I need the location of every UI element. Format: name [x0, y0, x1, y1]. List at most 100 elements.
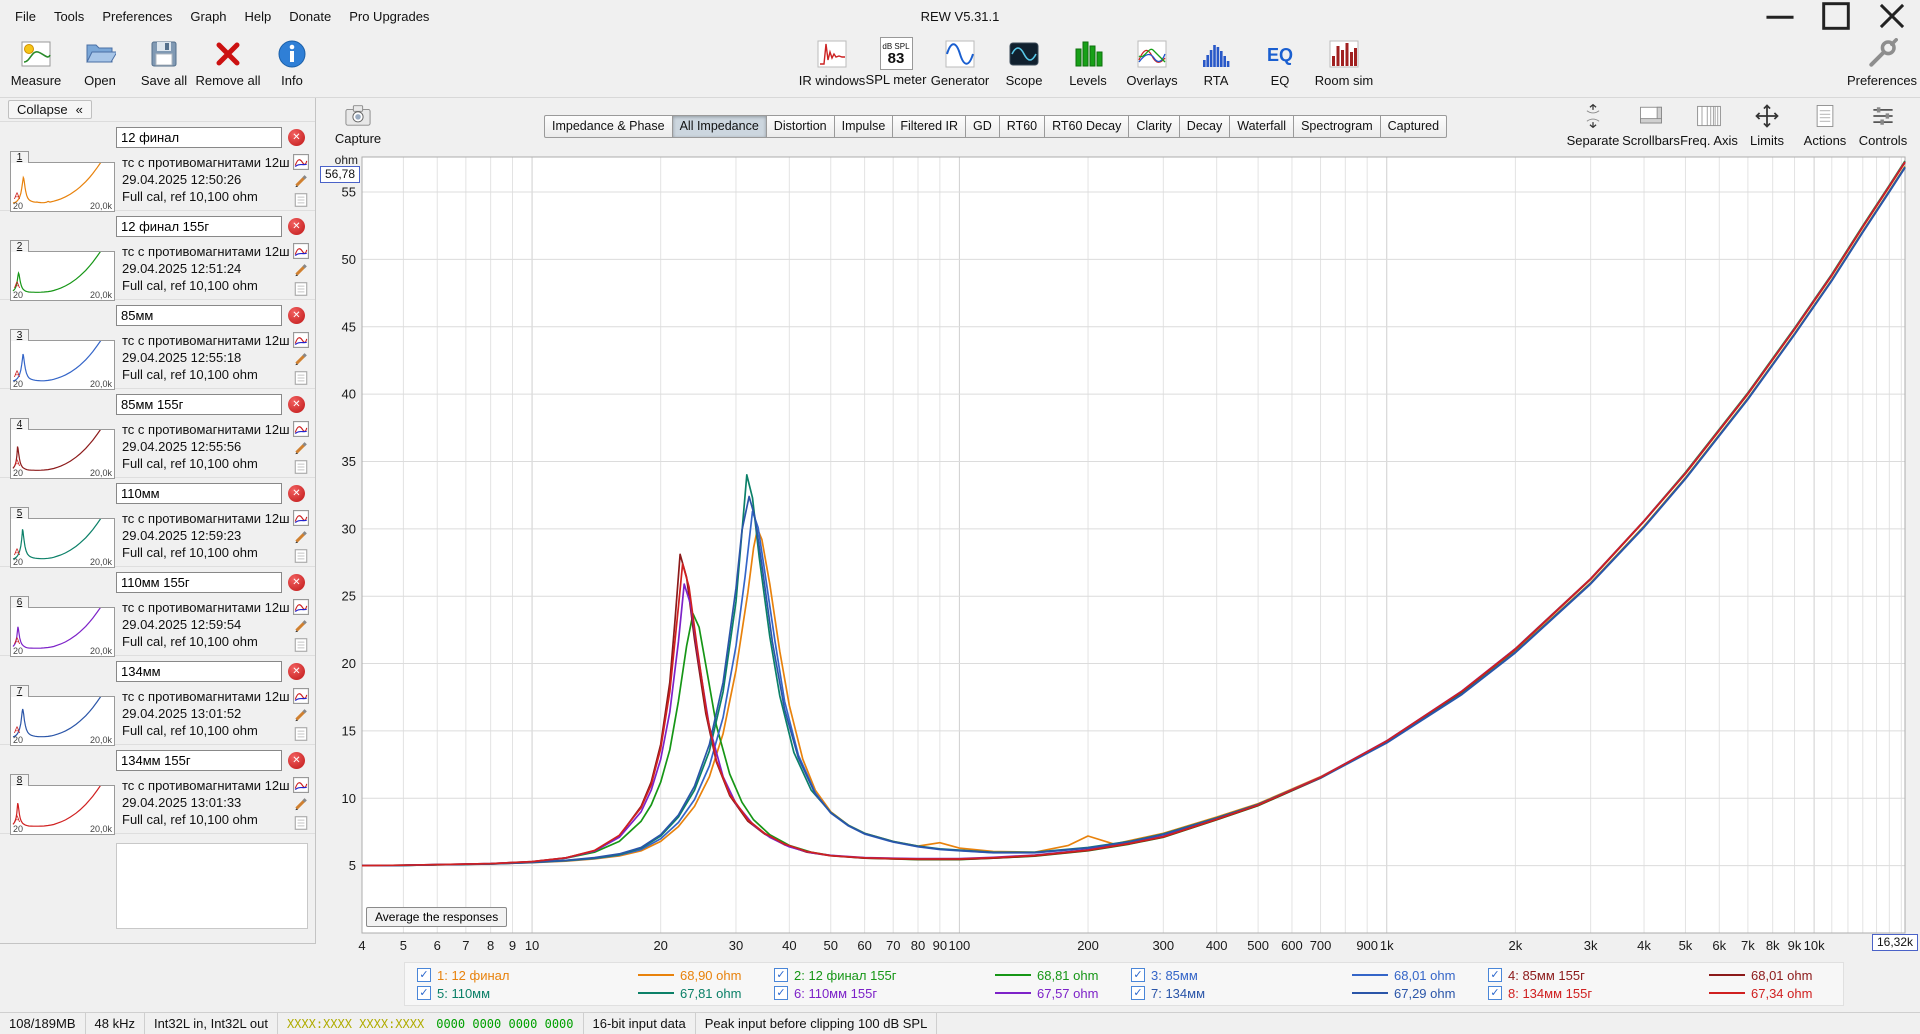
menu-preferences[interactable]: Preferences	[93, 5, 181, 28]
tab-distortion[interactable]: Distortion	[766, 115, 835, 138]
measurement-item-3[interactable]: ✕ 3 А20 20,0k тс с противомагнитами 12ш 29.04…	[0, 300, 315, 390]
mini-graph-icon[interactable]	[293, 510, 309, 526]
delete-measurement-button[interactable]: ✕	[288, 396, 305, 413]
mini-graph-icon[interactable]	[293, 332, 309, 348]
menu-help[interactable]: Help	[236, 5, 281, 28]
measurement-thumbnail[interactable]: 6 А 20 20,0k	[10, 596, 115, 657]
mini-graph-icon[interactable]	[293, 777, 309, 793]
scope-button[interactable]: Scope	[992, 34, 1056, 96]
notes-icon[interactable]	[293, 459, 309, 475]
notes-icon[interactable]	[293, 548, 309, 564]
mini-graph-icon[interactable]	[293, 688, 309, 704]
tab-gd[interactable]: GD	[966, 115, 1000, 138]
delete-measurement-button[interactable]: ✕	[288, 574, 305, 591]
menu-graph[interactable]: Graph	[181, 5, 235, 28]
measurement-thumbnail[interactable]: 3 А 20 20,0k	[10, 329, 115, 390]
measurement-item-6[interactable]: ✕ 6 А20 20,0k тс с противомагнитами 12ш 29.04…	[0, 567, 315, 657]
measurement-thumbnail[interactable]: 5 А 20 20,0k	[10, 507, 115, 568]
measurement-thumbnail[interactable]: 8 А 20 20,0k	[10, 774, 115, 835]
pencil-icon[interactable]	[293, 440, 309, 456]
room-sim-button[interactable]: Room sim	[1312, 34, 1376, 96]
close-button[interactable]	[1864, 0, 1920, 32]
mini-graph-icon[interactable]	[293, 243, 309, 259]
measurement-name-input[interactable]	[116, 572, 282, 593]
separate-button[interactable]: Separate	[1564, 101, 1622, 148]
legend-checkbox[interactable]: ✓	[774, 986, 788, 1000]
measurement-thumbnail[interactable]: 1 А 20 20,0k	[10, 151, 115, 212]
measurement-item-5[interactable]: ✕ 5 А20 20,0k тс с противомагнитами 12ш 29.04…	[0, 478, 315, 568]
menu-tools[interactable]: Tools	[45, 5, 93, 28]
measurement-thumbnail[interactable]: 4 А 20 20,0k	[10, 418, 115, 479]
tab-all-impedance[interactable]: All Impedance	[672, 115, 767, 138]
delete-measurement-button[interactable]: ✕	[288, 485, 305, 502]
levels-button[interactable]: Levels	[1056, 34, 1120, 96]
measurement-item-2[interactable]: ✕ 2 А20 20,0k тс с противомагнитами 12ш 29.04…	[0, 211, 315, 301]
pencil-icon[interactable]	[293, 262, 309, 278]
measurement-name-input[interactable]	[116, 750, 282, 771]
tab-rt60-decay[interactable]: RT60 Decay	[1045, 115, 1130, 138]
tab-filtered-ir[interactable]: Filtered IR	[893, 115, 967, 138]
tab-rt60[interactable]: RT60	[999, 115, 1046, 138]
open-button[interactable]: Open	[68, 34, 132, 96]
pencil-icon[interactable]	[293, 351, 309, 367]
notes-icon[interactable]	[293, 281, 309, 297]
measure-button[interactable]: Measure	[4, 34, 68, 96]
measurement-name-input[interactable]	[116, 216, 282, 237]
measurement-thumbnail[interactable]: 2 А 20 20,0k	[10, 240, 115, 301]
mini-graph-icon[interactable]	[293, 421, 309, 437]
spl-meter-button[interactable]: dB SPL 83 SPL meter	[864, 34, 928, 96]
capture-button[interactable]: Capture	[328, 101, 388, 146]
minimize-button[interactable]	[1752, 0, 1808, 32]
tab-impedance-phase[interactable]: Impedance & Phase	[544, 115, 673, 138]
overlays-button[interactable]: Overlays	[1120, 34, 1184, 96]
delete-measurement-button[interactable]: ✕	[288, 663, 305, 680]
average-responses-button[interactable]: Average the responses	[366, 907, 508, 927]
maximize-button[interactable]	[1808, 0, 1864, 32]
remove-all-button[interactable]: Remove all	[195, 34, 261, 96]
menu-donate[interactable]: Donate	[280, 5, 340, 28]
rta-button[interactable]: RTA	[1184, 34, 1248, 96]
measurement-thumbnail[interactable]: 7 А 20 20,0k	[10, 685, 115, 746]
notes-icon[interactable]	[293, 192, 309, 208]
eq-button[interactable]: EQ EQ	[1248, 34, 1312, 96]
tab-captured[interactable]: Captured	[1380, 115, 1448, 138]
notes-icon[interactable]	[293, 637, 309, 653]
pencil-icon[interactable]	[293, 796, 309, 812]
measurement-name-input[interactable]	[116, 127, 282, 148]
ir-windows-button[interactable]: IR windows	[799, 34, 865, 96]
notes-icon[interactable]	[293, 815, 309, 831]
pencil-icon[interactable]	[293, 618, 309, 634]
mini-graph-icon[interactable]	[293, 599, 309, 615]
scrollbars-button[interactable]: Scrollbars	[1622, 101, 1680, 148]
info-button[interactable]: Info	[260, 34, 324, 96]
delete-measurement-button[interactable]: ✕	[288, 307, 305, 324]
notes-icon[interactable]	[293, 726, 309, 742]
measurement-item-1[interactable]: ✕ 1 А20 20,0k тс с противомагнитами 12ш 29.04…	[0, 122, 315, 212]
delete-measurement-button[interactable]: ✕	[288, 218, 305, 235]
pencil-icon[interactable]	[293, 707, 309, 723]
generator-button[interactable]: Generator	[928, 34, 992, 96]
impedance-plot[interactable]: 5101520253035404550554 5 6 7 8 9 10 20 30 40 50 60 7…	[316, 153, 1920, 959]
legend-checkbox[interactable]: ✓	[1488, 968, 1502, 982]
tab-impulse[interactable]: Impulse	[834, 115, 894, 138]
menu-file[interactable]: File	[6, 5, 45, 28]
measurement-item-7[interactable]: ✕ 7 А20 20,0k тс с противомагнитами 12ш 29.04…	[0, 656, 315, 746]
pencil-icon[interactable]	[293, 529, 309, 545]
tab-spectrogram[interactable]: Spectrogram	[1294, 115, 1381, 138]
collapse-button[interactable]: Collapse «	[8, 100, 92, 119]
delete-measurement-button[interactable]: ✕	[288, 129, 305, 146]
legend-checkbox[interactable]: ✓	[1131, 968, 1145, 982]
tab-clarity[interactable]: Clarity	[1129, 115, 1180, 138]
measurement-item-8[interactable]: ✕ 8 А20 20,0k тс с противомагнитами 12ш 29.04…	[0, 745, 315, 835]
legend-checkbox[interactable]: ✓	[417, 968, 431, 982]
menu-pro-upgrades[interactable]: Pro Upgrades	[340, 5, 438, 28]
tab-waterfall[interactable]: Waterfall	[1230, 115, 1295, 138]
preferences-button[interactable]: Preferences	[1847, 34, 1917, 96]
measurement-name-input[interactable]	[116, 394, 282, 415]
limits-button[interactable]: Limits	[1738, 101, 1796, 148]
legend-checkbox[interactable]: ✓	[1131, 986, 1145, 1000]
delete-measurement-button[interactable]: ✕	[288, 752, 305, 769]
legend-checkbox[interactable]: ✓	[774, 968, 788, 982]
legend-checkbox[interactable]: ✓	[417, 986, 431, 1000]
notes-icon[interactable]	[293, 370, 309, 386]
